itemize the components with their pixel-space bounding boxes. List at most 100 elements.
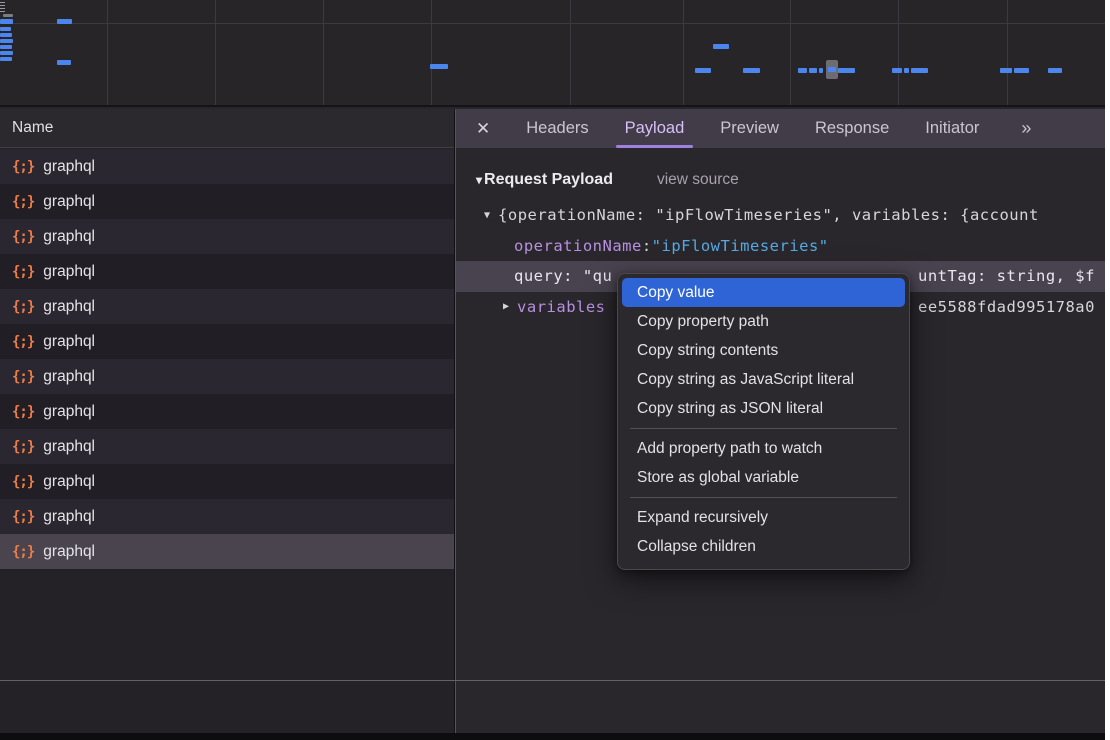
- request-name-label: graphql: [43, 403, 95, 421]
- json-braces-icon: {;}: [12, 544, 34, 560]
- request-name-label: graphql: [43, 368, 95, 386]
- network-request-row[interactable]: {;}graphql: [0, 254, 454, 289]
- waterfall-request-bar: [0, 27, 11, 31]
- property-key: operationName: [514, 237, 642, 255]
- network-request-row[interactable]: {;} graphql: [0, 534, 454, 569]
- request-name-label: graphql: [43, 263, 95, 281]
- waterfall-request-bar: [819, 68, 823, 73]
- root-object-preview: {operationName: "ipFlowTimeseries", vari…: [498, 206, 1039, 224]
- view-source-link[interactable]: view source: [657, 171, 739, 189]
- waterfall-selected-marker: [826, 60, 838, 79]
- request-name-label: graphql: [43, 543, 95, 561]
- collapse-triangle-icon: ▾: [476, 173, 482, 187]
- waterfall-gridline: [570, 0, 571, 105]
- request-name-label: graphql: [43, 333, 95, 351]
- request-name-label: graphql: [43, 508, 95, 526]
- request-name-label: graphql: [43, 193, 95, 211]
- json-braces-icon: {;}: [12, 229, 34, 245]
- network-request-row[interactable]: {;} graphql: [0, 324, 454, 359]
- tab-headers[interactable]: Headers: [526, 109, 588, 148]
- summary-bar-separator: [0, 680, 1105, 681]
- network-request-row[interactable]: {;} graphql: [0, 499, 454, 534]
- network-request-row[interactable]: {;}graphql: [0, 184, 454, 219]
- tab-initiator[interactable]: Initiator: [925, 109, 979, 148]
- request-rows: {;} graphql {;} graphql {;} graphql {;} graphql…: [0, 149, 454, 569]
- waterfall-request-bar: [743, 68, 760, 73]
- menu-item-copy-string-as-javascript-literal[interactable]: Copy string as JavaScript literal: [622, 365, 905, 394]
- waterfall-request-bar: [713, 44, 729, 49]
- json-braces-icon: {;}: [12, 334, 34, 350]
- waterfall-request-bar: [0, 45, 12, 49]
- menu-item-add-property-path-to-watch[interactable]: Add property path to watch: [622, 434, 905, 463]
- menu-item-copy-string-as-json-literal[interactable]: Copy string as JSON literal: [622, 394, 905, 423]
- page-right-edge: [1105, 0, 1110, 740]
- request-name-label: graphql: [43, 473, 95, 491]
- menu-item-expand-recursively[interactable]: Expand recursively: [622, 503, 905, 532]
- tab-response[interactable]: Response: [815, 109, 889, 148]
- json-braces-icon: {;}: [12, 509, 34, 525]
- close-icon[interactable]: ✕: [476, 119, 490, 139]
- waterfall-request-bar: [1014, 68, 1029, 73]
- network-overview-waterfall[interactable]: [0, 0, 1105, 107]
- menu-item-copy-value[interactable]: Copy value: [622, 278, 905, 307]
- network-request-row[interactable]: {;} graphql: [0, 289, 454, 324]
- network-request-row[interactable]: {;}graphql: [0, 429, 454, 464]
- request-name-label: graphql: [43, 298, 95, 316]
- json-braces-icon: {;}: [12, 159, 34, 175]
- expand-triangle-icon[interactable]: ▼: [484, 210, 490, 221]
- network-request-row[interactable]: {;} graphql: [0, 149, 454, 184]
- waterfall-request-bar: [57, 19, 72, 24]
- request-payload-title[interactable]: ▾Request Payload: [476, 171, 613, 189]
- expand-triangle-icon[interactable]: ▶: [503, 301, 509, 312]
- property-key: variables: [517, 298, 606, 316]
- menu-item-copy-string-contents[interactable]: Copy string contents: [622, 336, 905, 365]
- request-name-label: graphql: [43, 158, 95, 176]
- waterfall-gridline: [431, 0, 432, 105]
- waterfall-request-bar: [430, 64, 448, 69]
- network-request-row[interactable]: {;} graphql: [0, 219, 454, 254]
- waterfall-gridline: [898, 0, 899, 105]
- waterfall-gridline: [323, 0, 324, 105]
- variables-preview-fragment: ee5588fdad995178a0: [918, 292, 1095, 323]
- detail-tabbar: ✕ Headers Payload Preview Response Initiator…: [456, 109, 1105, 148]
- waterfall-request-bar: [1048, 68, 1062, 73]
- waterfall-request-bar: [3, 14, 13, 17]
- tree-row-operation-name[interactable]: operationName: "ipFlowTimeseries": [456, 231, 1105, 262]
- waterfall-request-bar: [904, 68, 909, 73]
- tab-preview[interactable]: Preview: [720, 109, 779, 148]
- menu-separator: [630, 428, 897, 429]
- name-column-header[interactable]: Name: [0, 109, 454, 148]
- waterfall-request-bar: [0, 33, 12, 37]
- waterfall-gridline: [107, 0, 108, 105]
- tree-row-root[interactable]: ▼ {operationName: "ipFlowTimeseries", va…: [456, 200, 1105, 231]
- network-request-row[interactable]: {;} graphql: [0, 464, 454, 499]
- name-column-label: Name: [12, 119, 53, 137]
- waterfall-gridline: [1007, 0, 1008, 105]
- json-braces-icon: {;}: [12, 474, 34, 490]
- json-braces-icon: {;}: [12, 439, 34, 455]
- json-braces-icon: {;}: [12, 369, 34, 385]
- json-braces-icon: {;}: [12, 299, 34, 315]
- more-tabs-icon[interactable]: »: [1021, 118, 1029, 139]
- tab-payload[interactable]: Payload: [625, 109, 685, 148]
- property-value-string: "ipFlowTimeseries": [652, 237, 829, 255]
- request-name-label: graphql: [43, 228, 95, 246]
- menu-separator: [630, 497, 897, 498]
- waterfall-selected-bar: [828, 67, 836, 72]
- waterfall-request-bar: [838, 68, 855, 73]
- context-menu: Copy valueCopy property pathCopy string …: [617, 273, 910, 570]
- network-request-list-panel: Name {;}graphql{;}graphql{;}graphql{;}gr…: [0, 109, 454, 733]
- waterfall-request-bar: [0, 39, 13, 43]
- query-text-left: query: "qu: [514, 267, 612, 285]
- menu-item-store-as-global-variable[interactable]: Store as global variable: [622, 463, 905, 492]
- waterfall-request-bar: [911, 68, 928, 73]
- network-request-row[interactable]: {;} graphql: [0, 359, 454, 394]
- waterfall-request-bar: [57, 60, 71, 65]
- menu-item-copy-property-path[interactable]: Copy property path: [622, 307, 905, 336]
- waterfall-row-divider: [0, 23, 1105, 24]
- waterfall-request-bar: [0, 51, 13, 55]
- window-bottom-edge: [0, 733, 1105, 740]
- network-request-row[interactable]: {;}graphql: [0, 394, 454, 429]
- menu-item-collapse-children[interactable]: Collapse children: [622, 532, 905, 561]
- waterfall-gridline: [683, 0, 684, 105]
